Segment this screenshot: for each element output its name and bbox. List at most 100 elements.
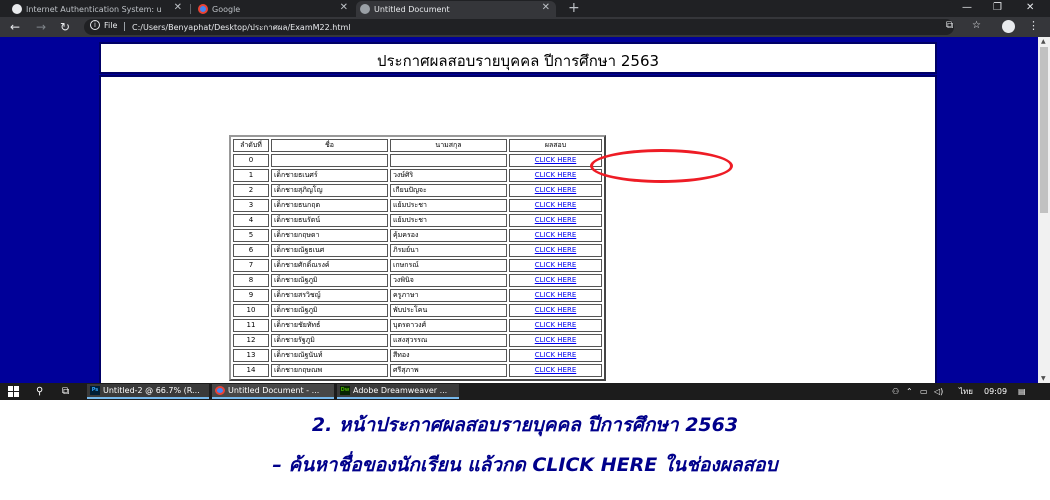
taskbar-photoshop[interactable]: Ps Untitled-2 @ 66.7% (R... <box>87 384 209 399</box>
task-view-icon[interactable]: ⧉ <box>62 384 69 399</box>
cell-first-name: เด็กชายชัยทัทธ์ <box>271 319 388 332</box>
network-icon[interactable]: ▭ <box>920 385 928 398</box>
highlight-circle <box>590 149 733 183</box>
cell-result: CLICK HERE <box>509 169 602 182</box>
click-here-link[interactable]: CLICK HERE <box>535 336 577 344</box>
cell-first-name: เด็กชายธนกฤต <box>271 199 388 212</box>
vertical-scrollbar[interactable]: ▲ ▼ <box>1038 37 1050 383</box>
task-label: Adobe Dreamweaver ... <box>353 386 448 395</box>
cell-number: 5 <box>233 229 269 242</box>
cell-last-name: วงษ์ศิริ <box>390 169 507 182</box>
table-row: 0 CLICK HERE <box>233 154 602 167</box>
google-icon <box>198 4 208 14</box>
cell-result: CLICK HERE <box>509 154 602 167</box>
cell-first-name: เด็กชายกฤษดา <box>271 229 388 242</box>
click-here-link[interactable]: CLICK HERE <box>535 231 577 239</box>
restore-button[interactable]: ❐ <box>993 0 1002 16</box>
tray-chevron-icon[interactable]: ⌃ <box>906 385 913 398</box>
close-icon[interactable]: ✕ <box>174 2 182 13</box>
click-here-link[interactable]: CLICK HERE <box>535 276 577 284</box>
scroll-up-icon[interactable]: ▲ <box>1041 38 1046 45</box>
browser-toolbar: ← → ↻ i File C:/Users/Benyaphat/Desktop/… <box>0 17 1050 37</box>
address-bar[interactable]: i File C:/Users/Benyaphat/Desktop/ประกาศ… <box>84 19 954 35</box>
cell-first-name: เด็กชายศักดิ์ณรงค์ <box>271 259 388 272</box>
click-here-link[interactable]: CLICK HERE <box>535 366 577 374</box>
people-icon[interactable]: ⚇ <box>892 385 899 398</box>
click-here-link[interactable]: CLICK HERE <box>535 171 577 179</box>
tab-separator <box>190 4 191 14</box>
click-here-link[interactable]: CLICK HERE <box>535 246 577 254</box>
windows-start-icon[interactable] <box>8 386 19 397</box>
click-here-link[interactable]: CLICK HERE <box>535 201 577 209</box>
cell-result: CLICK HERE <box>509 199 602 212</box>
cell-last-name: เกียนปัญจะ <box>390 184 507 197</box>
globe-icon <box>12 4 22 14</box>
click-here-link[interactable]: CLICK HERE <box>535 321 577 329</box>
click-here-link[interactable]: CLICK HERE <box>535 156 577 164</box>
tab-google[interactable]: Google ✕ <box>194 1 354 17</box>
new-tab-button[interactable]: + <box>568 0 580 17</box>
cell-last-name: ภิรมย์นา <box>390 244 507 257</box>
notification-icon[interactable]: ▤ <box>1018 385 1026 398</box>
window-close-button[interactable]: ✕ <box>1026 0 1034 16</box>
tab-label: Internet Authentication System: u <box>26 4 162 14</box>
cell-number: 9 <box>233 289 269 302</box>
cell-last-name: คุ้มครอง <box>390 229 507 242</box>
click-here-link[interactable]: CLICK HERE <box>535 261 577 269</box>
table-row: 3 เด็กชายธนกฤต แย้มประชา CLICK HERE <box>233 199 602 212</box>
cell-last-name: พับประโคน <box>390 304 507 317</box>
minimize-button[interactable]: — <box>962 0 972 16</box>
close-icon[interactable]: ✕ <box>340 2 348 13</box>
cell-last-name: ครูภาษา <box>390 289 507 302</box>
address-url[interactable]: C:/Users/Benyaphat/Desktop/ประกาศผล/Exam… <box>132 21 350 34</box>
results-table: ลำดับที่ ชื่อ นามสกุล ผลสอบ 0 CLICK HERE 1… <box>229 135 606 381</box>
table-row: 5 เด็กชายกฤษดา คุ้มครอง CLICK HERE <box>233 229 602 242</box>
reload-icon[interactable]: ↻ <box>60 19 70 35</box>
info-icon[interactable]: i <box>90 20 100 30</box>
cell-result: CLICK HERE <box>509 229 602 242</box>
table-row: 4 เด็กชายธนรัตน์ แย้มประชา CLICK HERE <box>233 214 602 227</box>
cell-last-name: สีทอง <box>390 349 507 362</box>
click-here-link[interactable]: CLICK HERE <box>535 306 577 314</box>
tab-untitled-document[interactable]: Untitled Document ✕ <box>356 1 556 17</box>
back-arrow-icon[interactable]: ← <box>10 19 20 35</box>
click-here-link[interactable]: CLICK HERE <box>535 291 577 299</box>
volume-icon[interactable]: ◁) <box>934 385 943 398</box>
scroll-down-icon[interactable]: ▼ <box>1041 375 1046 382</box>
cell-result: CLICK HERE <box>509 244 602 257</box>
click-here-link[interactable]: CLICK HERE <box>535 186 577 194</box>
cell-last-name <box>390 154 507 167</box>
menu-kebab-icon[interactable]: ⋮ <box>1028 19 1039 32</box>
click-here-link[interactable]: CLICK HERE <box>535 216 577 224</box>
search-icon[interactable]: ⚲ <box>36 384 43 399</box>
cell-result: CLICK HERE <box>509 364 602 377</box>
table-row: 2 เด็กชายสุภิญโญ เกียนปัญจะ CLICK HERE <box>233 184 602 197</box>
caption-line-2: – ค้นหาชื่อของนักเรียน แล้วกด CLICK HERE… <box>272 454 778 476</box>
clock[interactable]: 09:09 <box>984 385 1007 398</box>
cell-number: 4 <box>233 214 269 227</box>
close-icon[interactable]: ✕ <box>542 2 550 13</box>
click-here-link[interactable]: CLICK HERE <box>535 351 577 359</box>
scrollbar-thumb[interactable] <box>1040 47 1048 213</box>
cell-number: 14 <box>233 364 269 377</box>
bookmark-star-icon[interactable]: ☆ <box>972 20 981 31</box>
taskbar-dreamweaver[interactable]: Dw Adobe Dreamweaver ... <box>337 384 459 399</box>
taskbar-chrome[interactable]: Untitled Document - ... <box>212 384 334 399</box>
cell-first-name: เด็กชายณัฐภูมิ <box>271 304 388 317</box>
forward-arrow-icon[interactable]: → <box>36 19 46 35</box>
cell-first-name: เด็กชายณัฐธเนศ <box>271 244 388 257</box>
language-indicator[interactable]: ไทย <box>959 385 973 398</box>
header-result: ผลสอบ <box>509 139 602 152</box>
cell-first-name: เด็กชายธเนศร์ <box>271 169 388 182</box>
table-row: 9 เด็กชายสรวิชญ์ ครูภาษา CLICK HERE <box>233 289 602 302</box>
profile-avatar-icon[interactable] <box>1002 20 1015 33</box>
cell-number: 7 <box>233 259 269 272</box>
tab-internet-auth[interactable]: Internet Authentication System: u ✕ <box>8 1 188 17</box>
table-row: 11 เด็กชายชัยทัทธ์ บุตรดาวงศ์ CLICK HERE <box>233 319 602 332</box>
cell-first-name: เด็กชายณัฐภูมิ <box>271 274 388 287</box>
cell-result: CLICK HERE <box>509 304 602 317</box>
cell-number: 13 <box>233 349 269 362</box>
header-first-name: ชื่อ <box>271 139 388 152</box>
translate-icon[interactable]: ⧉ <box>946 20 953 31</box>
browser-tab-strip: Internet Authentication System: u ✕ Goog… <box>0 0 1050 17</box>
